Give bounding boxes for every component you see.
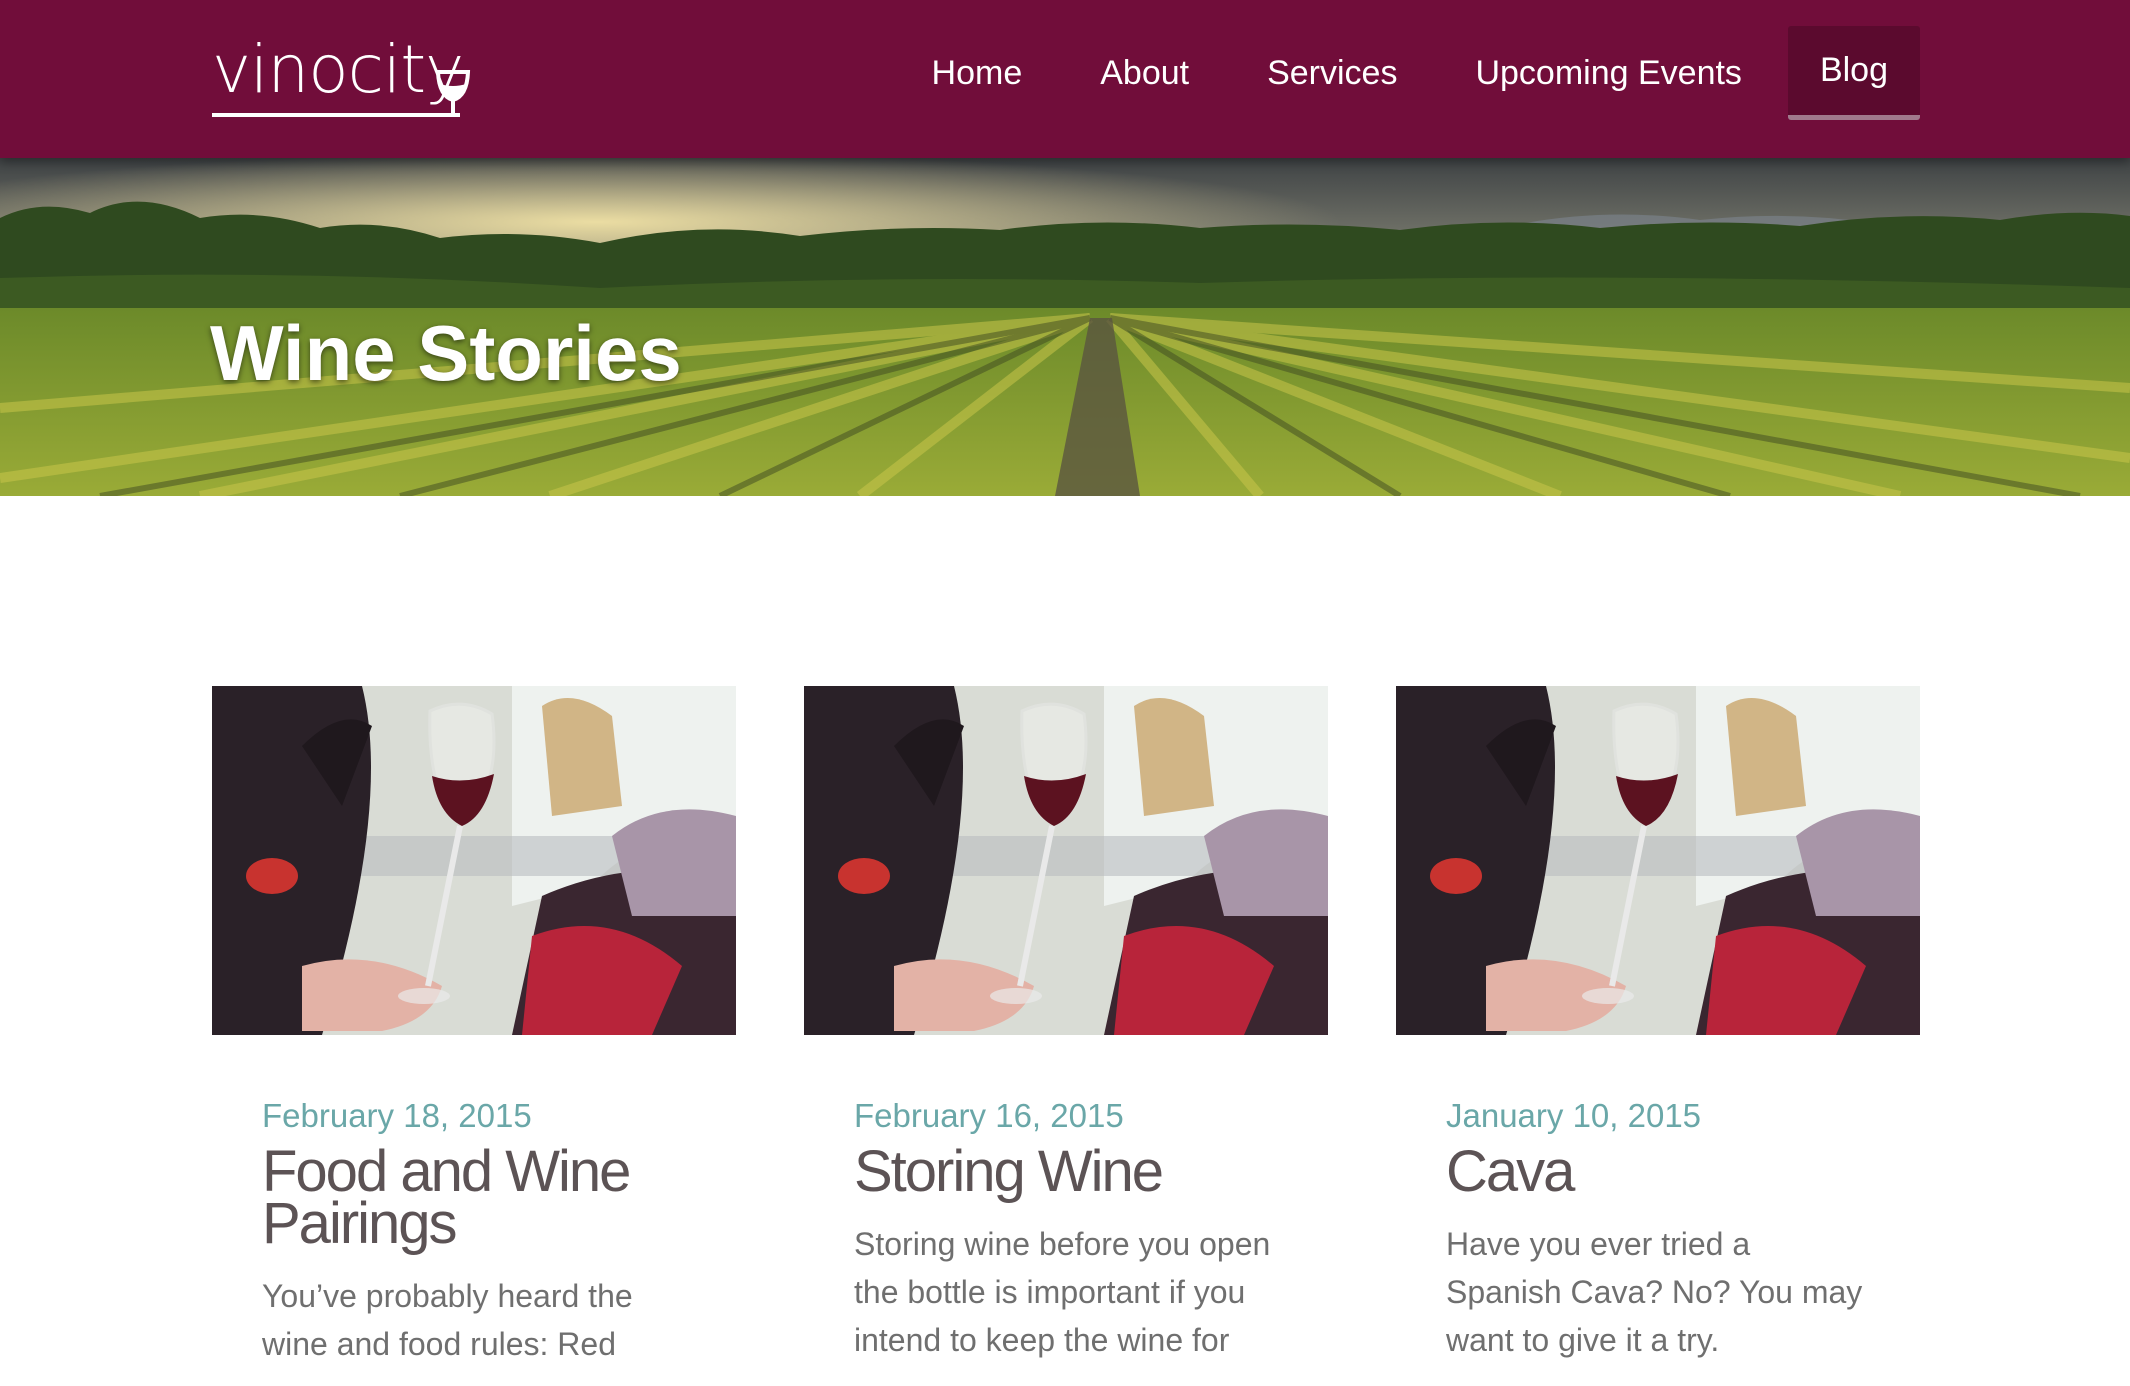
post-card: February 16, 2015 Storing Wine Storing w… xyxy=(804,686,1328,1386)
post-image-link[interactable] xyxy=(212,686,736,1035)
post-card: January 10, 2015 Cava Have you ever trie… xyxy=(1396,686,1920,1386)
post-date: January 10, 2015 xyxy=(1446,1097,1702,1134)
post-excerpt: Storing wine before you open the bottle … xyxy=(854,1226,1271,1358)
post-excerpt: You’ve probably heard the wine and food … xyxy=(262,1278,633,1362)
post-title[interactable]: Cava xyxy=(1446,1143,1866,1201)
post-card-body: February 16, 2015 Storing Wine Storing w… xyxy=(854,1096,1274,1364)
nav-services[interactable]: Services xyxy=(1235,26,1429,120)
nav-blog[interactable]: Blog xyxy=(1787,26,1920,120)
post-excerpt: Have you ever tried a Spanish Cava? No? … xyxy=(1446,1226,1863,1358)
wine-glass-photo xyxy=(1396,686,1920,1035)
post-card-body: February 18, 2015 Food and Wine Pairings… xyxy=(262,1096,682,1368)
main-nav: Home About Services Upcoming Events Blog xyxy=(886,26,1920,120)
post-title[interactable]: Food and Wine Pairings xyxy=(262,1143,682,1253)
nav-home[interactable]: Home xyxy=(900,26,1055,120)
post-image-link[interactable] xyxy=(804,686,1328,1035)
nav-upcoming-events[interactable]: Upcoming Events xyxy=(1443,26,1773,120)
site-header: vinocity Home About Services Upcoming Ev… xyxy=(0,0,2130,158)
nav-about[interactable]: About xyxy=(1068,26,1221,120)
post-date: February 16, 2015 xyxy=(854,1097,1124,1134)
vinocity-logo[interactable]: vinocity xyxy=(210,34,480,124)
post-card: February 18, 2015 Food and Wine Pairings… xyxy=(212,686,736,1386)
wine-glass-logo-icon xyxy=(212,70,471,117)
wine-glass-photo xyxy=(804,686,1328,1035)
post-date: February 18, 2015 xyxy=(262,1097,532,1134)
hero-banner: Wine Stories xyxy=(0,158,2130,496)
post-title[interactable]: Storing Wine xyxy=(854,1143,1274,1201)
page-title: Wine Stories xyxy=(210,309,682,397)
post-card-body: January 10, 2015 Cava Have you ever trie… xyxy=(1446,1096,1866,1364)
post-image-link[interactable] xyxy=(1396,686,1920,1035)
wine-glass-photo xyxy=(212,686,736,1035)
blog-posts: February 18, 2015 Food and Wine Pairings… xyxy=(212,686,1920,1386)
